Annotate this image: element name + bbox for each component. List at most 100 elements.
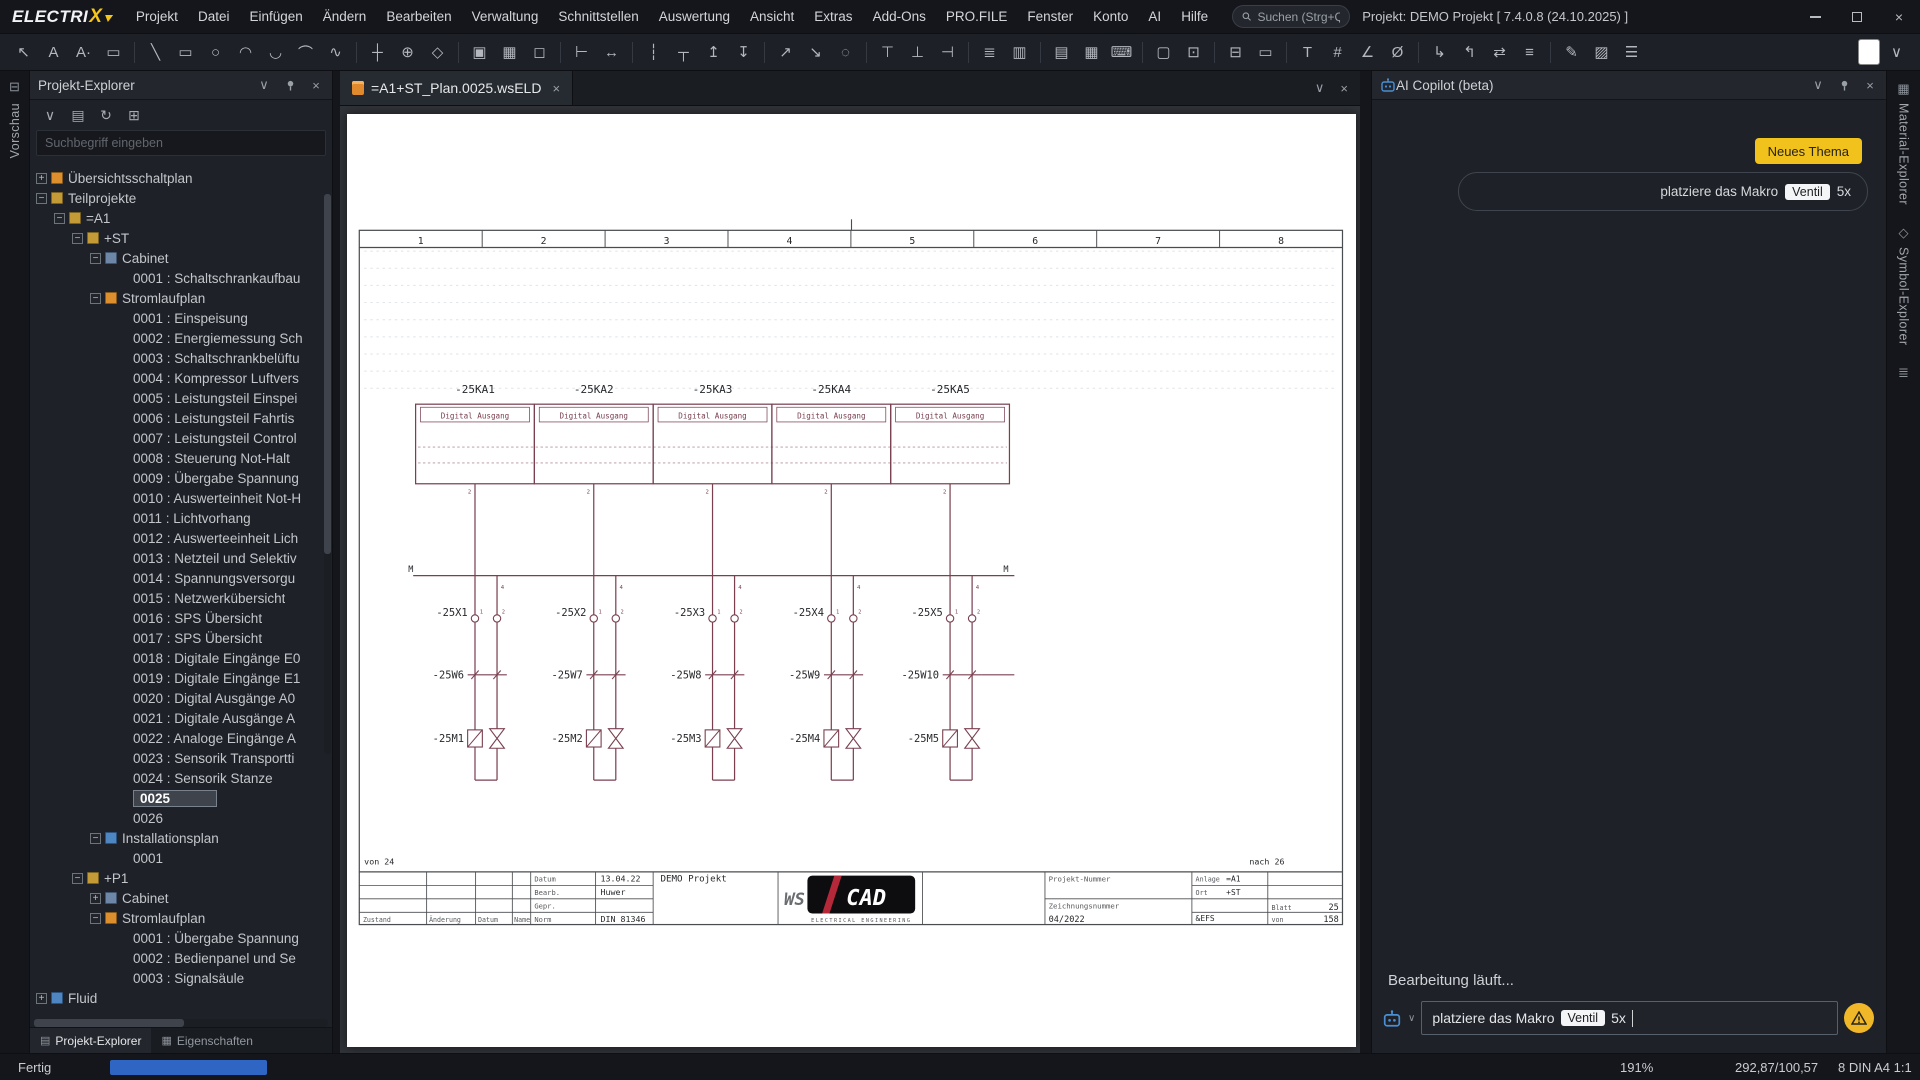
tree-item[interactable]: + Fluid <box>30 988 332 1008</box>
tree-item[interactable]: − Stromlaufplan <box>30 908 332 928</box>
plc-io-icon[interactable]: ▦ <box>1078 39 1105 66</box>
layers-icon[interactable]: ≡ <box>1516 39 1543 66</box>
dimension-linear-icon[interactable]: ↔ <box>598 39 625 66</box>
collapse-icon[interactable]: − <box>90 912 101 924</box>
select-frame-icon[interactable]: ▢ <box>1150 39 1177 66</box>
collapse-icon[interactable]: − <box>72 232 83 244</box>
menu-fenster[interactable]: Fenster <box>1017 0 1083 33</box>
text-icon[interactable]: A <box>40 39 67 66</box>
menu-projekt[interactable]: Projekt <box>126 0 188 33</box>
tree-item[interactable]: + Übersichtsschaltplan <box>30 168 332 188</box>
refresh-icon[interactable]: ↻ <box>96 105 116 125</box>
text-tool-icon[interactable]: T <box>1294 39 1321 66</box>
contact-nc-icon[interactable]: ⊥ <box>904 39 931 66</box>
line-icon[interactable]: ╲ <box>142 39 169 66</box>
shape-icon[interactable]: ◻ <box>526 39 553 66</box>
dimension-icon[interactable]: ⊢ <box>568 39 595 66</box>
wire-node-icon[interactable]: ⊕ <box>394 39 421 66</box>
menu-ansicht[interactable]: Ansicht <box>740 0 804 33</box>
spline-icon[interactable]: ∿ <box>322 39 349 66</box>
wire-junction-icon[interactable]: ┼ <box>364 39 391 66</box>
close-panel-icon[interactable]: × <box>1862 77 1878 93</box>
circle-dashed-icon[interactable]: ◌ <box>832 39 859 66</box>
chevron-down-icon[interactable]: ∨ <box>1408 1013 1415 1024</box>
tree-horizontal-scrollbar[interactable] <box>34 1019 328 1027</box>
chevron-down-icon[interactable]: ∨ <box>256 77 272 93</box>
collapse-icon[interactable]: − <box>54 212 65 224</box>
dock-tab[interactable]: ≣ <box>1898 365 1909 381</box>
close-tab-icon[interactable]: × <box>552 81 560 96</box>
keyboard-icon[interactable]: ⌨ <box>1108 39 1135 66</box>
tree-item[interactable]: 0001 <box>30 848 332 868</box>
text-attribute-icon[interactable]: A· <box>70 39 97 66</box>
tree-item[interactable]: 0025 <box>30 788 332 808</box>
rectangle-icon[interactable]: ▭ <box>172 39 199 66</box>
image-icon[interactable]: ▣ <box>466 39 493 66</box>
contact-changeover-icon[interactable]: ⊣ <box>934 39 961 66</box>
macro-place-icon[interactable]: ↳ <box>1426 39 1453 66</box>
menu--ndern[interactable]: Ändern <box>313 0 377 33</box>
tree-item[interactable]: 0005 : Leistungsteil Einspei <box>30 388 332 408</box>
wire-vertical-icon[interactable]: ┆ <box>640 39 667 66</box>
tree-item[interactable]: 0021 : Digitale Ausgänge A <box>30 708 332 728</box>
menu-konto[interactable]: Konto <box>1083 0 1138 33</box>
menu-auswertung[interactable]: Auswertung <box>649 0 740 33</box>
more-dropdown-icon[interactable]: ∨ <box>1883 39 1910 66</box>
tree-item[interactable]: 0004 : Kompressor Luftvers <box>30 368 332 388</box>
global-search[interactable] <box>1232 5 1351 28</box>
potential-down-icon[interactable]: ↧ <box>730 39 757 66</box>
tree-item[interactable]: 0026 <box>30 808 332 828</box>
menu-extras[interactable]: Extras <box>804 0 862 33</box>
pin-icon[interactable] <box>1836 77 1852 93</box>
tree-item[interactable]: 0020 : Digital Ausgänge A0 <box>30 688 332 708</box>
menu-pro-file[interactable]: PRO.FILE <box>936 0 1018 33</box>
chevron-down-icon[interactable]: ∨ <box>1810 77 1826 93</box>
arc-upper-icon[interactable]: ◠ <box>232 39 259 66</box>
close-document-icon[interactable]: × <box>1340 81 1348 96</box>
tree-item[interactable]: 0015 : Netzwerkübersicht <box>30 588 332 608</box>
tree-item[interactable]: 0003 : Schaltschrankbelüftu <box>30 348 332 368</box>
tree-item[interactable]: − Teilprojekte <box>30 188 332 208</box>
swap-icon[interactable]: ⇄ <box>1486 39 1513 66</box>
scale-frame-icon[interactable]: ⊡ <box>1180 39 1207 66</box>
collapse-icon[interactable]: − <box>90 292 101 304</box>
tree-item[interactable]: 0001 : Einspeisung <box>30 308 332 328</box>
collapse-icon[interactable]: − <box>90 252 101 264</box>
copy-page-icon[interactable]: ⊞ <box>124 105 144 125</box>
preview-panel-icon[interactable]: ⊟ <box>9 79 20 95</box>
tree-item[interactable]: 0006 : Leistungsteil Fahrtis <box>30 408 332 428</box>
scrollbar-thumb[interactable] <box>324 194 331 554</box>
scrollbar-thumb[interactable] <box>34 1019 184 1027</box>
arc-lower-icon[interactable]: ◡ <box>262 39 289 66</box>
explorer-search[interactable] <box>36 130 326 156</box>
tree-item[interactable]: 0002 : Bedienpanel und Se <box>30 948 332 968</box>
tree-item[interactable]: 0012 : Auswerteeinheit Lich <box>30 528 332 548</box>
tree-item[interactable]: 0007 : Leistungsteil Control <box>30 428 332 448</box>
tree-item[interactable]: 0010 : Auswerteinheit Not-H <box>30 488 332 508</box>
splitter-right[interactable] <box>1360 71 1371 1053</box>
tree-item[interactable]: − +ST <box>30 228 332 248</box>
tree-item[interactable]: 0024 : Sensorik Stanze <box>30 768 332 788</box>
explorer-search-input[interactable] <box>45 136 317 150</box>
menu-ai[interactable]: AI <box>1138 0 1171 33</box>
tree-item[interactable]: − +P1 <box>30 868 332 888</box>
tree-item[interactable]: 0001 : Schaltschrankaufbau <box>30 268 332 288</box>
menu-verwaltung[interactable]: Verwaltung <box>462 0 549 33</box>
stop-warning-button[interactable] <box>1844 1003 1874 1033</box>
menu-bearbeiten[interactable]: Bearbeiten <box>376 0 461 33</box>
document-tab-active[interactable]: =A1+ST_Plan.0025.wsELD × <box>340 71 574 105</box>
hatch-icon[interactable]: ▨ <box>1588 39 1615 66</box>
splitter-left[interactable] <box>333 71 340 1053</box>
tree-item[interactable]: − Stromlaufplan <box>30 288 332 308</box>
tree-item[interactable]: 0022 : Analoge Eingänge A <box>30 728 332 748</box>
plot-frame-icon[interactable]: ▭ <box>1252 39 1279 66</box>
close-panel-icon[interactable]: × <box>308 77 324 93</box>
tree-item[interactable]: 0008 : Steuerung Not-Halt <box>30 448 332 468</box>
wire-tee-icon[interactable]: ┬ <box>670 39 697 66</box>
ellipse-icon[interactable]: ○ <box>202 39 229 66</box>
grid-icon[interactable]: # <box>1324 39 1351 66</box>
tree-item[interactable]: 0018 : Digitale Eingänge E0 <box>30 648 332 668</box>
plc-box-icon[interactable]: ▤ <box>1048 39 1075 66</box>
paper-color-icon[interactable] <box>1858 39 1880 65</box>
tree-item[interactable]: 0003 : Signalsäule <box>30 968 332 988</box>
